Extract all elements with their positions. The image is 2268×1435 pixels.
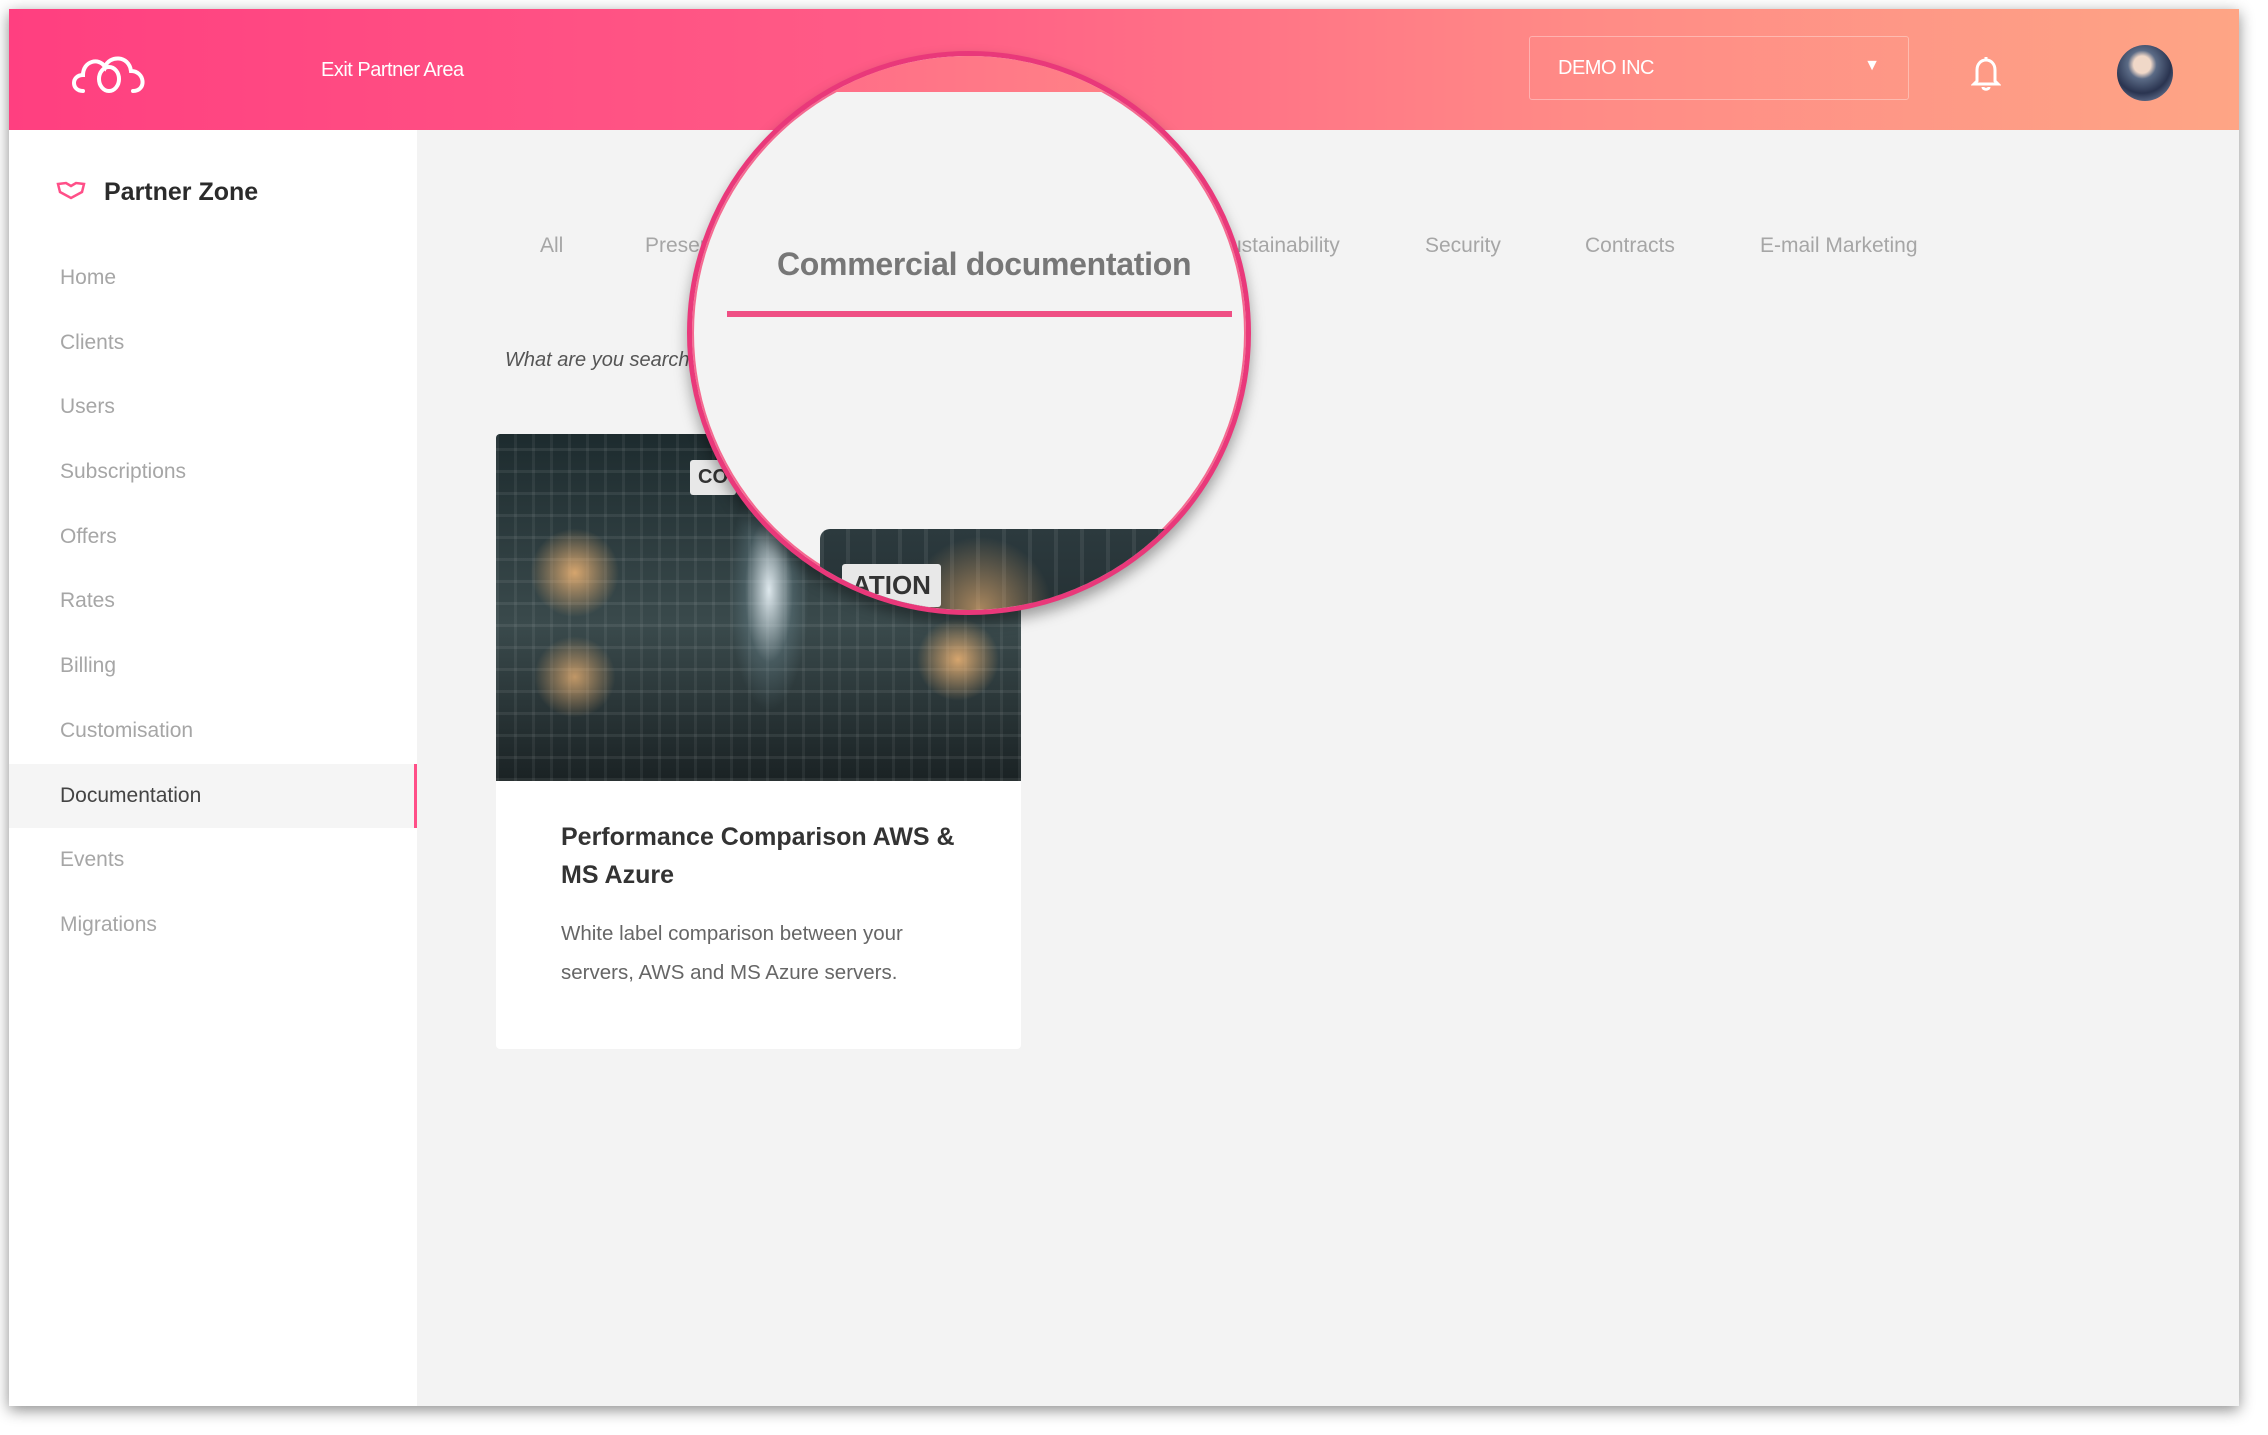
tab-email-marketing[interactable]: E-mail Marketing: [1760, 234, 1918, 258]
sidebar-item-migrations[interactable]: Migrations: [9, 893, 417, 958]
sidebar-item-clients[interactable]: Clients: [9, 311, 417, 376]
sidebar-item-subscriptions[interactable]: Subscriptions: [9, 440, 417, 505]
sidebar: Partner Zone Home Clients Users Subscrip…: [9, 130, 417, 1406]
sidebar-item-billing[interactable]: Billing: [9, 634, 417, 699]
sidebar-item-customisation[interactable]: Customisation: [9, 699, 417, 764]
cloud-logo-icon[interactable]: [69, 49, 149, 95]
tab-all[interactable]: All: [540, 234, 563, 258]
sidebar-item-rates[interactable]: Rates: [9, 569, 417, 634]
magnified-card-image: ATION: [820, 529, 1246, 610]
chevron-down-icon: ▼: [1864, 57, 1880, 74]
handshake-icon: [56, 181, 86, 200]
organization-select-value: DEMO INC: [1558, 57, 1655, 79]
tab-security[interactable]: Security: [1425, 234, 1501, 258]
avatar[interactable]: [2117, 45, 2173, 101]
card-description: White label comparison between your serv…: [561, 922, 903, 984]
tab-commercial-documentation[interactable]: Commercial documentation: [777, 246, 1192, 283]
sidebar-title: Partner Zone: [104, 178, 259, 206]
exit-partner-area-link[interactable]: Exit Partner Area: [321, 59, 464, 82]
app-window: Exit Partner Area DEMO INC ▼ Partner Zon…: [9, 9, 2239, 1406]
sidebar-item-documentation[interactable]: Documentation: [9, 763, 417, 829]
magnified-header: [692, 56, 1246, 92]
magnified-image-label: ATION: [842, 564, 941, 607]
active-tab-underline: [727, 311, 1232, 317]
sidebar-nav: Home Clients Users Subscriptions Offers …: [9, 246, 417, 958]
sidebar-item-users[interactable]: Users: [9, 375, 417, 440]
sidebar-item-offers[interactable]: Offers: [9, 505, 417, 570]
magnifier-overlay: Commercial documentation ATION: [687, 51, 1251, 615]
tab-contracts[interactable]: Contracts: [1585, 234, 1675, 258]
sidebar-item-events[interactable]: Events: [9, 828, 417, 893]
card-title: Performance Comparison AWS & MS Azure: [561, 823, 955, 889]
bell-icon[interactable]: [1971, 55, 2001, 91]
organization-select[interactable]: DEMO INC ▼: [1529, 36, 1909, 100]
sidebar-item-home[interactable]: Home: [9, 246, 417, 311]
